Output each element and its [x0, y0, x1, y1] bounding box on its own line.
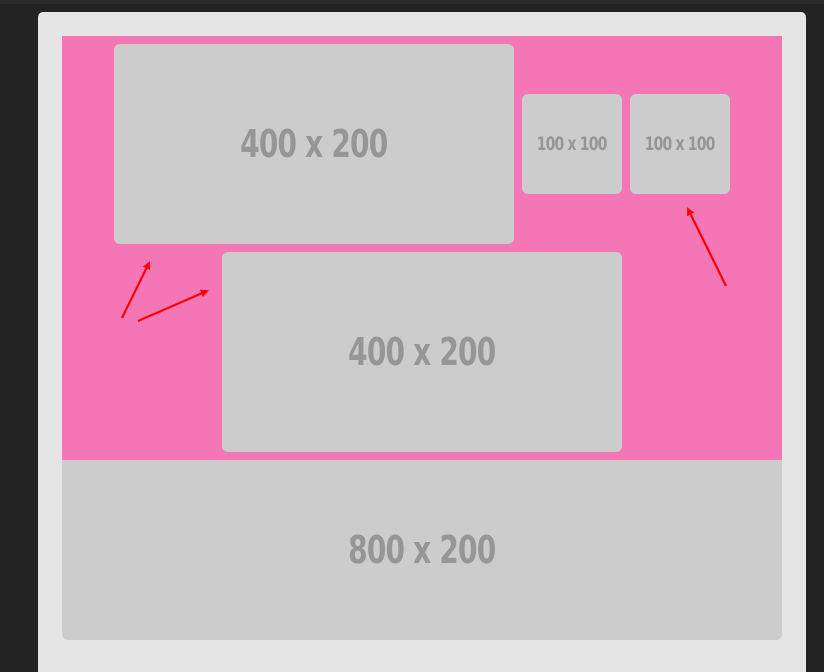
window-top-strip — [0, 0, 824, 4]
placeholder-image-wide-bottom: 800 x 200 — [62, 460, 782, 640]
placeholder-label: 100 x 100 — [645, 133, 716, 155]
placeholder-label: 100 x 100 — [537, 133, 608, 155]
placeholder-image-large-top: 400 x 200 — [114, 44, 514, 244]
placeholder-image-large-middle: 400 x 200 — [222, 252, 622, 452]
placeholder-image-square-right: 100 x 100 — [630, 94, 730, 194]
placeholder-label: 400 x 200 — [348, 330, 496, 374]
placeholder-label: 400 x 200 — [240, 122, 388, 166]
placeholder-label: 800 x 200 — [348, 528, 496, 572]
placeholder-image-square-left: 100 x 100 — [522, 94, 622, 194]
